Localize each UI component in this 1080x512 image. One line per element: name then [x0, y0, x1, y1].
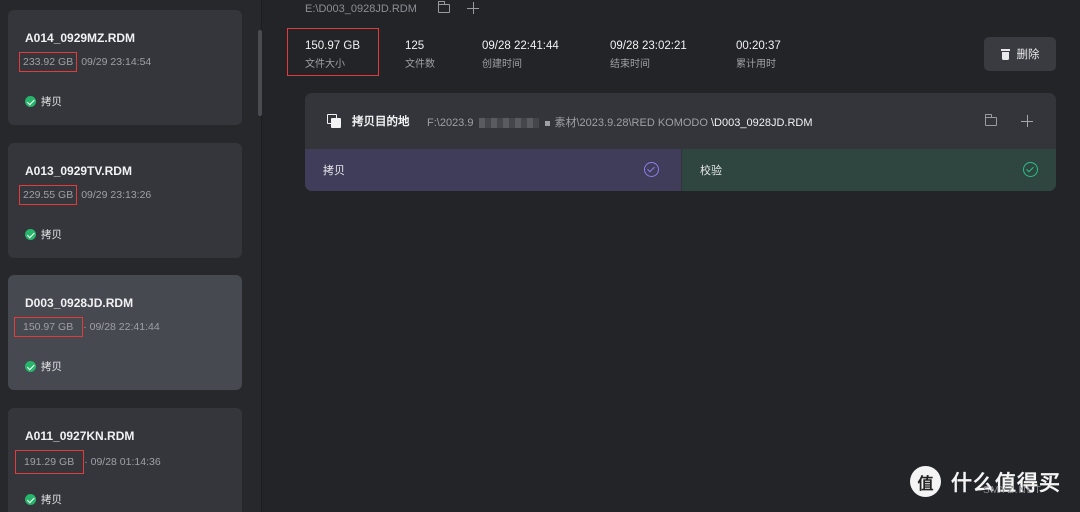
trash-icon — [1000, 48, 1010, 60]
watermark-sub: SMYZ.NET — [983, 485, 1042, 496]
destination-path-file: \D003_0928JD.RDM — [711, 117, 813, 129]
stat-created-time: 09/28 22:41:44 创建时间 — [482, 40, 559, 70]
watermark-logo: 值 — [910, 466, 941, 497]
file-date: · 09/28 01:14:36 — [84, 456, 161, 468]
check-circle-icon — [25, 361, 36, 372]
check-circle-icon — [25, 96, 36, 107]
stat-label: 文件大小 — [305, 59, 345, 70]
stat-label: 创建时间 — [482, 59, 522, 70]
folder-open-icon[interactable] — [984, 114, 997, 126]
copy-status: 拷贝 — [25, 492, 62, 507]
file-meta: 191.29 GB · 09/28 01:14:36 — [15, 450, 161, 474]
redacted-square — [545, 120, 551, 126]
destination-path: F:\2023.9 素材\2023.9.28\RED KOMODO \D003_0… — [427, 114, 813, 130]
status-label: 拷贝 — [41, 96, 62, 108]
step-verify-label: 校验 — [700, 164, 722, 177]
check-circle-icon — [1023, 162, 1038, 177]
folder-open-icon[interactable] — [437, 1, 450, 13]
file-size: 233.92 GB — [19, 52, 78, 72]
file-size: 229.55 GB — [19, 185, 78, 205]
stat-value: 09/28 23:02:21 — [610, 40, 687, 52]
file-card-a011[interactable]: A011_0927KN.RDM 191.29 GB · 09/28 01:14:3… — [8, 408, 242, 512]
delete-label: 删除 — [1016, 47, 1040, 61]
step-verify: 校验 — [682, 149, 1056, 191]
stat-value: 00:20:37 — [736, 40, 781, 52]
stat-value: 125 — [405, 40, 425, 52]
status-label: 拷贝 — [41, 229, 62, 241]
file-date: · 09/28 22:41:44 — [83, 321, 160, 333]
copy-status: 拷贝 — [25, 94, 62, 109]
stat-label: 结束时间 — [610, 59, 650, 70]
file-name: A014_0929MZ.RDM — [25, 31, 136, 45]
stat-end-time: 09/28 23:02:21 结束时间 — [610, 40, 687, 70]
sidebar-scrollbar[interactable] — [258, 30, 262, 116]
plus-icon[interactable] — [467, 2, 480, 14]
redacted-block — [479, 118, 540, 129]
destination-path-middle: 素材\2023.9.28\RED KOMODO — [554, 117, 708, 129]
file-card-a013[interactable]: A013_0929TV.RDM 229.55 GB 09/29 23:13:26 … — [8, 143, 242, 258]
file-list-sidebar: A014_0929MZ.RDM 233.92 GB 09/29 23:14:54 … — [0, 0, 262, 512]
file-card-a014[interactable]: A014_0929MZ.RDM 233.92 GB 09/29 23:14:54 … — [8, 10, 242, 125]
copy-destination-panel: 拷贝目的地 F:\2023.9 素材\2023.9.28\RED KOMODO \… — [305, 93, 1056, 191]
file-meta: 233.92 GB 09/29 23:14:54 — [19, 52, 152, 72]
file-size: 150.97 GB — [14, 317, 84, 337]
destination-title: 拷贝目的地 — [352, 114, 410, 128]
status-label: 拷贝 — [41, 494, 62, 506]
stat-value: 150.97 GB — [305, 40, 360, 52]
file-date: 09/29 23:14:54 — [81, 56, 152, 68]
source-path-row: E:\D003_0928JD.RDM — [305, 0, 480, 15]
file-name: A011_0927KN.RDM — [25, 429, 135, 443]
delete-button[interactable]: 删除 — [984, 37, 1056, 71]
file-card-d003[interactable]: D003_0928JD.RDM 150.97 GB · 09/28 22:41:4… — [8, 275, 242, 390]
copy-status: 拷贝 — [25, 227, 62, 242]
stat-file-size: 150.97 GB 文件大小 — [305, 40, 360, 70]
plus-icon[interactable] — [1021, 115, 1033, 127]
check-circle-icon — [644, 162, 659, 177]
stat-value: 09/28 22:41:44 — [482, 40, 559, 52]
step-copy-label: 拷贝 — [323, 164, 345, 177]
source-path: E:\D003_0928JD.RDM — [305, 3, 417, 15]
stat-elapsed-time: 00:20:37 累计用时 — [736, 40, 781, 70]
file-size: 191.29 GB — [15, 450, 85, 474]
stat-label: 文件数 — [405, 59, 435, 70]
destination-header: 拷贝目的地 F:\2023.9 素材\2023.9.28\RED KOMODO \… — [305, 93, 1056, 149]
step-copy: 拷贝 — [305, 149, 681, 191]
file-meta: 150.97 GB · 09/28 22:41:44 — [14, 317, 160, 337]
status-label: 拷贝 — [41, 361, 62, 373]
file-meta: 229.55 GB 09/29 23:13:26 — [19, 185, 152, 205]
destination-path-prefix: F:\2023.9 — [427, 117, 474, 129]
copy-status: 拷贝 — [25, 359, 62, 374]
copy-icon — [327, 114, 341, 128]
check-circle-icon — [25, 494, 36, 505]
stat-file-count: 125 文件数 — [405, 40, 435, 70]
check-circle-icon — [25, 229, 36, 240]
file-name: A013_0929TV.RDM — [25, 164, 132, 178]
file-name: D003_0928JD.RDM — [25, 296, 134, 310]
file-date: 09/29 23:13:26 — [81, 189, 152, 201]
stat-label: 累计用时 — [736, 59, 776, 70]
